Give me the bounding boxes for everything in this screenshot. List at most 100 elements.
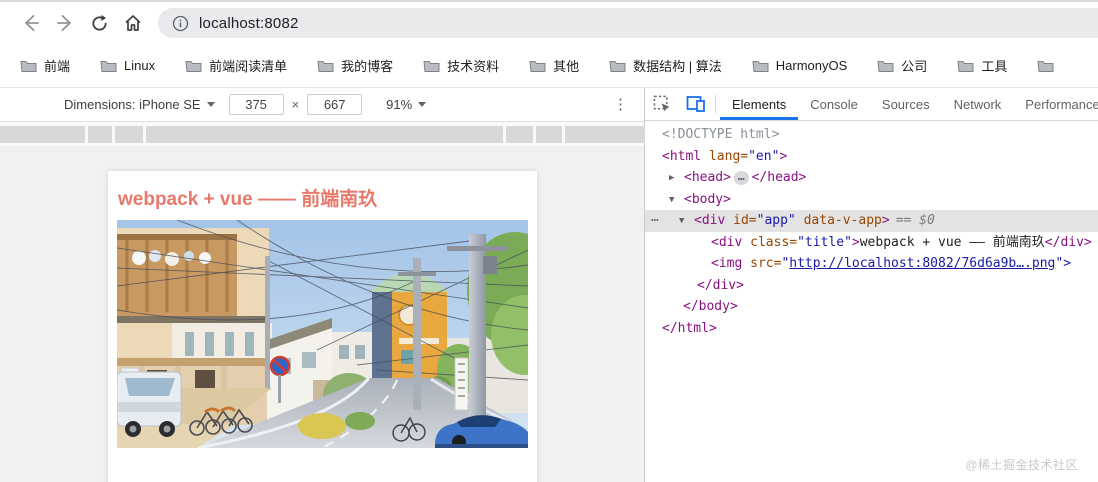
emulated-viewport-area: webpack + vue —— 前端南玖 [0, 147, 644, 482]
bookmark-folder-clipped[interactable] [1037, 59, 1054, 73]
bookmark-label: 数据结构 | 算法 [633, 59, 722, 74]
toggle-device-toolbar-button[interactable] [679, 88, 713, 120]
zoom-value: 91% [386, 97, 413, 112]
home-button[interactable] [116, 6, 150, 40]
bookmark-label: 公司 [901, 59, 928, 74]
zoom-select[interactable]: 91% [386, 97, 427, 112]
dom-node-body-close[interactable]: </body> [645, 296, 1098, 318]
bookmark-label: 其他 [553, 59, 580, 74]
expand-arrow-icon[interactable]: ▶ [669, 168, 684, 189]
bookmark-folder-reading-list[interactable]: 前端阅读清单 [185, 56, 287, 75]
back-button[interactable] [14, 6, 48, 40]
dom-node-img[interactable]: <img src="http://localhost:8082/76d6a9b…… [645, 253, 1098, 275]
devtools-panel: Elements Console Sources Network Perform… [645, 88, 1098, 482]
ruler-segment[interactable] [565, 126, 645, 143]
tab-network[interactable]: Network [942, 88, 1014, 120]
folder-icon [185, 60, 202, 72]
device-toolbar: Dimensions: iPhone SE × 91% ⋮ [0, 88, 644, 122]
browser-window: localhost:8082 前端 Linux 前端阅读清单 我的博客 技术资料… [0, 0, 1098, 482]
tab-sources[interactable]: Sources [870, 88, 942, 120]
emulated-page: webpack + vue —— 前端南玖 [108, 171, 537, 482]
toolbar-divider [715, 95, 716, 113]
bookmark-label: 前端 [44, 59, 71, 74]
ruler-segment[interactable] [506, 126, 533, 143]
folder-icon [423, 60, 440, 72]
tab-performance-clipped[interactable]: Performance [1013, 88, 1098, 120]
device-emulation-pane: Dimensions: iPhone SE × 91% ⋮ [0, 88, 645, 482]
dimension-separator: × [291, 97, 300, 112]
bookmark-folder-data-structures[interactable]: 数据结构 | 算法 [609, 56, 722, 75]
page-info-icon[interactable] [172, 15, 189, 32]
folder-icon [609, 60, 626, 72]
device-toolbar-icon [686, 96, 705, 112]
bookmark-folder-linux[interactable]: Linux [100, 58, 155, 73]
browser-toolbar: localhost:8082 [0, 2, 1098, 44]
bookmark-folder-tech-docs[interactable]: 技术资料 [423, 56, 499, 75]
forward-button[interactable] [48, 6, 82, 40]
folder-icon [877, 60, 894, 72]
folder-icon [20, 60, 37, 72]
address-bar[interactable]: localhost:8082 [158, 8, 1098, 38]
home-icon [125, 15, 141, 31]
bookmark-folder-my-blog[interactable]: 我的博客 [317, 56, 393, 75]
bookmark-label: 我的博客 [341, 59, 394, 74]
device-dimensions-select[interactable]: Dimensions: iPhone SE [64, 97, 215, 112]
collapse-arrow-icon[interactable]: ▼ [679, 211, 694, 232]
reload-button[interactable] [82, 6, 116, 40]
bookmark-folder-company[interactable]: 公司 [877, 56, 927, 75]
ruler-segment[interactable] [536, 126, 562, 143]
juejin-watermark: @稀土掘金技术社区 [965, 458, 1078, 472]
bookmarks-bar: 前端 Linux 前端阅读清单 我的博客 技术资料 其他 数据结构 | 算法 H… [0, 44, 1098, 88]
bookmark-label: 技术资料 [447, 59, 500, 74]
dom-tree: <!DOCTYPE html> <html lang="en"> ▶ <head>… [645, 121, 1098, 482]
collapse-arrow-icon[interactable]: ▼ [669, 190, 684, 211]
folder-icon [317, 60, 334, 72]
devtools-toolbar: Elements Console Sources Network Perform… [645, 88, 1098, 121]
device-toolbar-menu-button[interactable]: ⋮ [613, 97, 628, 112]
media-query-ruler [0, 122, 645, 147]
ruler-segment[interactable] [115, 126, 143, 143]
selected-node-badge: == $0 [895, 213, 935, 228]
dom-node-app-div-selected[interactable]: ⋯ ▼ <div id="app" data-v-app> == $0 [645, 210, 1098, 232]
dom-node-head[interactable]: ▶ <head>… </head> [645, 167, 1098, 189]
ruler-segment[interactable] [88, 126, 112, 143]
ruler-segment[interactable] [146, 126, 503, 143]
collapsed-content-button[interactable]: … [733, 171, 749, 185]
folder-icon [752, 60, 769, 72]
viewport-height-input[interactable] [307, 94, 363, 115]
tab-elements[interactable]: Elements [720, 88, 799, 120]
dom-node-html-close[interactable]: </html> [645, 318, 1098, 340]
street-photo-illustration [117, 220, 528, 448]
tab-console[interactable]: Console [798, 88, 870, 120]
chevron-down-icon [418, 102, 427, 107]
resource-link[interactable]: http://localhost:8082/76d6a9b….png [789, 256, 1055, 271]
dom-node-body-open[interactable]: ▼ <body> [645, 189, 1098, 211]
ruler-segment[interactable] [0, 126, 85, 143]
bookmark-folder-frontend[interactable]: 前端 [20, 56, 70, 75]
dimensions-label: Dimensions: iPhone SE [64, 97, 201, 112]
bookmark-label: Linux [124, 58, 156, 73]
dom-node-doctype[interactable]: <!DOCTYPE html> [645, 124, 1098, 146]
reload-icon [91, 14, 107, 31]
forward-arrow-icon [57, 15, 72, 31]
bookmark-label: HarmonyOS [775, 58, 848, 73]
bookmark-label: 工具 [981, 59, 1008, 74]
viewport-width-input[interactable] [228, 94, 284, 115]
chevron-down-icon [206, 102, 215, 107]
bookmark-folder-other[interactable]: 其他 [529, 56, 579, 75]
dom-node-html-open[interactable]: <html lang="en"> [645, 146, 1098, 168]
page-title: webpack + vue —— 前端南玖 [118, 189, 378, 210]
dom-node-div-close[interactable]: </div> [645, 275, 1098, 297]
bookmark-folder-harmonyos[interactable]: HarmonyOS [752, 58, 848, 73]
folder-icon [100, 60, 117, 72]
main-area: Dimensions: iPhone SE × 91% ⋮ [0, 88, 1098, 482]
folder-icon [1037, 60, 1054, 72]
back-arrow-icon [24, 15, 39, 31]
bookmark-folder-tools[interactable]: 工具 [957, 56, 1007, 75]
dom-node-title-div[interactable]: <div class="title">webpack + vue —— 前端南玖… [645, 232, 1098, 254]
more-actions-icon[interactable]: ⋯ [645, 210, 679, 232]
inspect-element-button[interactable] [645, 88, 679, 120]
inspect-cursor-icon [653, 95, 670, 112]
url-text: localhost:8082 [199, 14, 299, 32]
folder-icon [957, 60, 974, 72]
